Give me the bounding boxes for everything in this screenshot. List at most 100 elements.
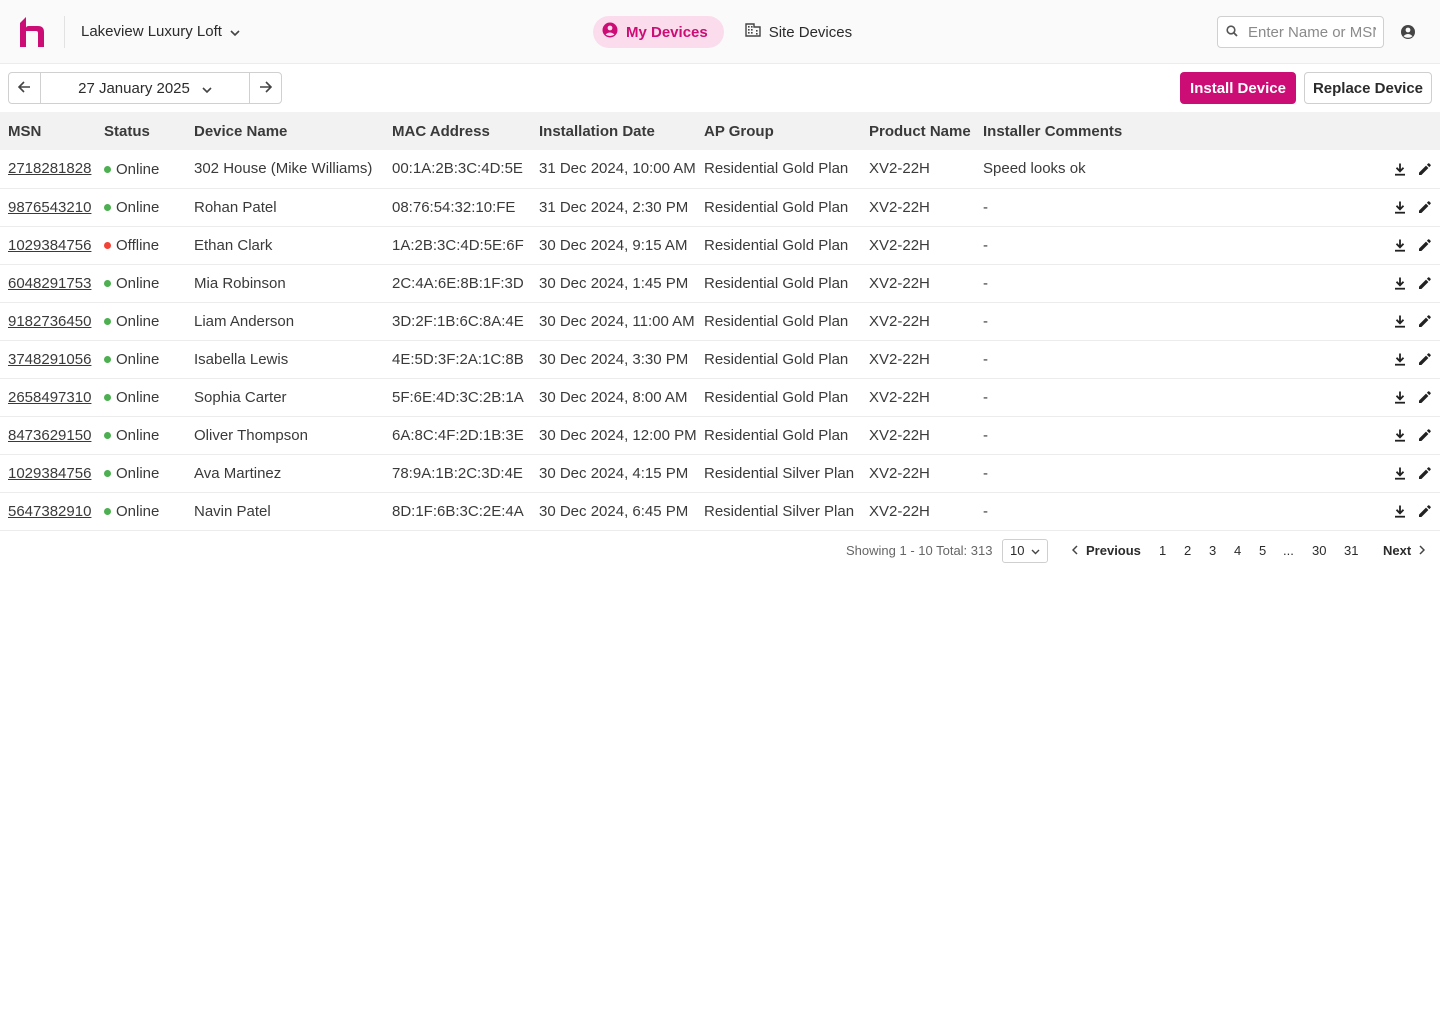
search-input[interactable] — [1248, 23, 1376, 41]
installer-comments-cell: - — [983, 274, 988, 292]
install-device-button[interactable]: Install Device — [1180, 72, 1296, 104]
download-icon[interactable] — [1392, 314, 1408, 330]
download-icon[interactable] — [1392, 428, 1408, 444]
installer-comments-cell: - — [983, 426, 988, 444]
status-label: Online — [116, 313, 160, 330]
pencil-icon[interactable] — [1416, 200, 1432, 216]
building-icon — [745, 23, 761, 41]
msn-link[interactable]: 2658497310 — [8, 389, 91, 406]
pencil-icon[interactable] — [1416, 504, 1432, 520]
download-icon[interactable] — [1392, 504, 1408, 520]
column-header-product-name[interactable]: Product Name — [869, 112, 983, 150]
column-header-installation-date[interactable]: Installation Date — [539, 112, 704, 150]
date-select[interactable]: 27 January 2025 — [40, 73, 250, 103]
product-name-cell: XV2-22H — [869, 274, 930, 292]
msn-link[interactable]: 9182736450 — [8, 313, 91, 330]
tab-my-devices[interactable]: My Devices — [593, 16, 724, 48]
top-header: Lakeview Luxury Loft My Devices Site Dev… — [0, 0, 1440, 64]
download-icon[interactable] — [1392, 276, 1408, 292]
download-icon[interactable] — [1392, 200, 1408, 216]
table-row[interactable]: 8473629150 Online Oliver Thompson 6A:8C:4F:… — [0, 416, 1440, 454]
msn-link[interactable]: 8473629150 — [8, 427, 91, 444]
status-badge: Online — [104, 351, 159, 368]
pencil-icon[interactable] — [1416, 276, 1432, 292]
next-date-button[interactable] — [250, 73, 281, 103]
download-icon[interactable] — [1392, 352, 1408, 368]
table-header-row: MSN Status Device Name MAC Address Insta… — [0, 112, 1440, 150]
pencil-icon[interactable] — [1416, 314, 1432, 330]
installer-comments-cell: - — [983, 350, 988, 368]
toolbar: 27 January 2025 Install Device Replace D… — [0, 64, 1440, 112]
pencil-icon[interactable] — [1416, 161, 1432, 177]
installation-date-cell: 31 Dec 2024, 2:30 PM — [539, 198, 689, 216]
table-row[interactable]: 1029384756 Offline Ethan Clark 1A:2B:3C:4D:… — [0, 226, 1440, 264]
previous-date-button[interactable] — [9, 73, 40, 103]
msn-link[interactable]: 1029384756 — [8, 237, 91, 254]
previous-page-button[interactable]: Previous — [1071, 543, 1141, 558]
replace-device-button[interactable]: Replace Device — [1304, 72, 1432, 104]
next-page-button[interactable]: Next — [1383, 543, 1426, 558]
brand-logo-icon[interactable] — [0, 0, 64, 64]
download-icon[interactable] — [1392, 161, 1408, 177]
product-name-cell: XV2-22H — [869, 236, 930, 254]
msn-cell: 2718281828 — [0, 150, 104, 188]
column-header-installer-comments[interactable]: Installer Comments — [983, 112, 1283, 150]
table-row[interactable]: 2658497310 Online Sophia Carter 5F:6E:4D:3C… — [0, 378, 1440, 416]
table-row[interactable]: 9182736450 Online Liam Anderson 3D:2F:1B:6C… — [0, 302, 1440, 340]
page-number[interactable]: 5 — [1259, 543, 1266, 558]
status-badge: Offline — [104, 237, 159, 254]
download-icon[interactable] — [1392, 238, 1408, 254]
column-header-mac-address[interactable]: MAC Address — [392, 112, 539, 150]
account-circle-icon[interactable] — [1398, 22, 1418, 42]
column-header-status[interactable]: Status — [104, 112, 194, 150]
mac-address-cell: 00:1A:2B:3C:4D:5E — [392, 160, 523, 178]
search-box[interactable] — [1217, 16, 1384, 48]
page-number[interactable]: 3 — [1209, 543, 1216, 558]
column-header-ap-group[interactable]: AP Group — [704, 112, 869, 150]
download-icon[interactable] — [1392, 466, 1408, 482]
table-row[interactable]: 3748291056 Online Isabella Lewis 4E:5D:3F:2… — [0, 340, 1440, 378]
status-dot — [104, 242, 111, 249]
installation-date-cell: 30 Dec 2024, 8:00 AM — [539, 388, 688, 406]
table-row[interactable]: 2718281828 Online 302 House (Mike Williams… — [0, 150, 1440, 188]
pencil-icon[interactable] — [1416, 352, 1432, 368]
msn-link[interactable]: 1029384756 — [8, 465, 91, 482]
device-name-cell: Navin Patel — [194, 502, 271, 520]
page-number[interactable]: 2 — [1184, 543, 1191, 558]
date-picker: 27 January 2025 — [8, 72, 282, 104]
page-number[interactable]: 1 — [1159, 543, 1166, 558]
status-label: Online — [116, 160, 160, 178]
msn-link[interactable]: 3748291056 — [8, 351, 91, 368]
mac-address-cell: 5F:6E:4D:3C:2B:1A — [392, 388, 524, 406]
installation-date-cell: 30 Dec 2024, 9:15 AM — [539, 236, 688, 254]
msn-link[interactable]: 2718281828 — [8, 160, 91, 177]
page-size-select[interactable]: 10 — [1002, 538, 1048, 563]
devices-table: MSN Status Device Name MAC Address Insta… — [0, 112, 1440, 531]
msn-link[interactable]: 9876543210 — [8, 199, 91, 216]
site-selector[interactable]: Lakeview Luxury Loft — [81, 23, 240, 40]
table-row[interactable]: 1029384756 Online Ava Martinez 78:9A:1B:2C:… — [0, 454, 1440, 492]
status-cell: Online — [104, 416, 194, 454]
msn-link[interactable]: 5647382910 — [8, 503, 91, 520]
table-row[interactable]: 5647382910 Online Navin Patel 8D:1F:6B:3C:2… — [0, 492, 1440, 530]
download-icon[interactable] — [1392, 390, 1408, 406]
tab-site-devices[interactable]: Site Devices — [736, 16, 868, 48]
column-header-msn[interactable]: MSN — [0, 112, 104, 150]
row-actions — [1283, 150, 1440, 188]
pencil-icon[interactable] — [1416, 466, 1432, 482]
column-header-device-name[interactable]: Device Name — [194, 112, 392, 150]
page-number[interactable]: 4 — [1234, 543, 1241, 558]
pencil-icon[interactable] — [1416, 428, 1432, 444]
table-row[interactable]: 9876543210 Online Rohan Patel 08:76:54:32:1… — [0, 188, 1440, 226]
row-actions — [1283, 416, 1440, 454]
page-number[interactable]: 30 — [1312, 543, 1326, 558]
status-badge: Online — [104, 275, 159, 292]
mac-address-cell: 4E:5D:3F:2A:1C:8B — [392, 350, 524, 368]
table-row[interactable]: 6048291753 Online Mia Robinson 2C:4A:6E:8B:… — [0, 264, 1440, 302]
status-cell: Online — [104, 492, 194, 530]
pencil-icon[interactable] — [1416, 238, 1432, 254]
msn-link[interactable]: 6048291753 — [8, 275, 91, 292]
page-number[interactable]: 31 — [1344, 543, 1358, 558]
pencil-icon[interactable] — [1416, 390, 1432, 406]
installer-comments-cell: - — [983, 236, 988, 254]
